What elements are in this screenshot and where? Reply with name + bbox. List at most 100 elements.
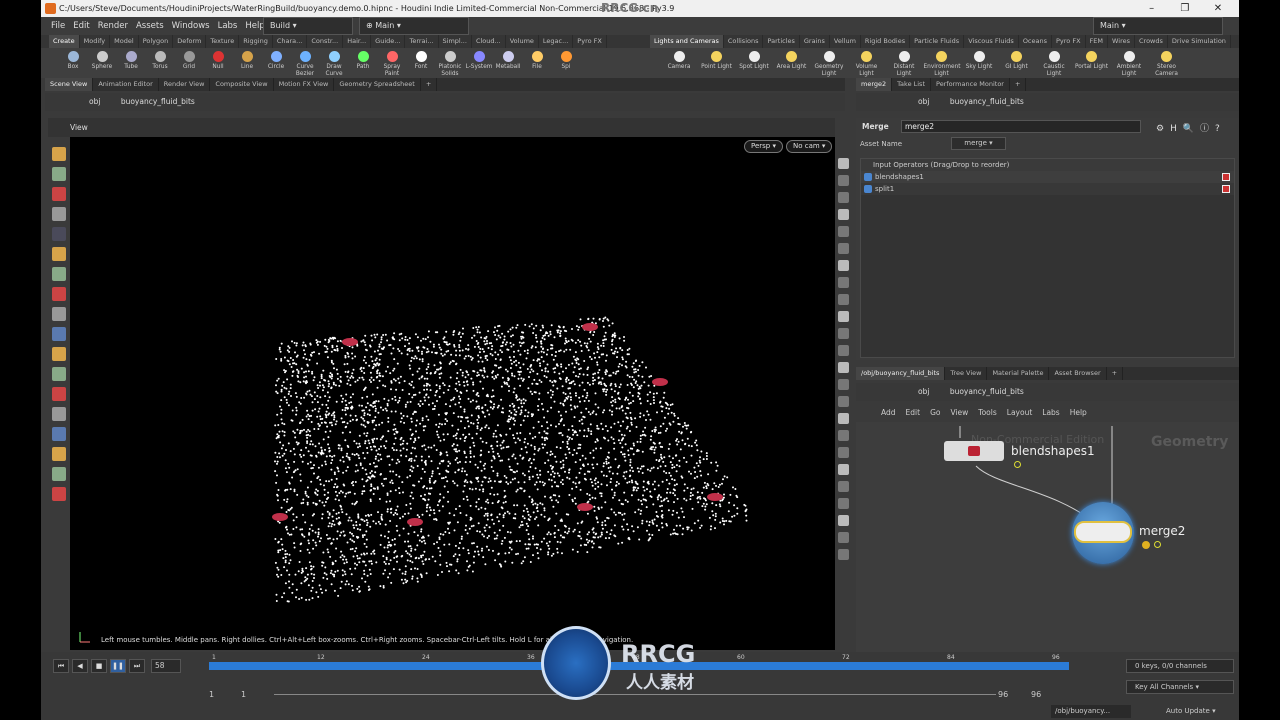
display-option-icon[interactable] — [838, 362, 849, 373]
camera-menu[interactable]: No cam ▾ — [786, 140, 833, 153]
persp-menu[interactable]: Persp ▾ — [744, 140, 783, 153]
range-start[interactable]: 1 — [209, 690, 214, 699]
shelf-tool[interactable]: Geometry Light — [811, 51, 847, 78]
remove-input-icon[interactable] — [1222, 185, 1230, 193]
shelf-tool[interactable]: Font — [407, 51, 435, 71]
display-option-icon[interactable] — [838, 481, 849, 492]
shelf-tool[interactable]: File — [523, 51, 551, 71]
display-option-icon[interactable] — [838, 464, 849, 475]
display-option-icon[interactable] — [838, 277, 849, 288]
shelf-tab[interactable]: Legac... — [539, 35, 574, 48]
display-option-icon[interactable] — [838, 209, 849, 220]
display-option-icon[interactable] — [838, 260, 849, 271]
display-option-icon[interactable] — [838, 192, 849, 203]
display-option-icon[interactable] — [838, 243, 849, 254]
shelf-tab[interactable]: Particle Fluids — [910, 35, 965, 48]
playback-button[interactable]: ■ — [91, 659, 107, 673]
remove-input-icon[interactable] — [1222, 173, 1230, 181]
shelf-tool[interactable]: Null — [204, 51, 232, 71]
blendshapes-flag-icon[interactable] — [1014, 461, 1021, 468]
display-option-icon[interactable] — [838, 379, 849, 390]
display-option-icon[interactable] — [838, 515, 849, 526]
playback-button[interactable]: ⏭ — [129, 659, 145, 673]
pane-tab[interactable]: Performance Monitor — [931, 78, 1010, 91]
shelf-tool[interactable]: Path — [349, 51, 377, 71]
shelf-tool[interactable]: Sky Light — [961, 51, 997, 71]
scene-viewport[interactable] — [70, 137, 835, 650]
shelf-tool[interactable]: Distant Light — [886, 51, 922, 78]
shelf-tool[interactable]: Spot Light — [736, 51, 772, 71]
shelf-tool[interactable]: Curve Bezier — [291, 51, 319, 78]
pane-tab[interactable]: Scene View — [45, 78, 94, 91]
shelf-tab[interactable]: Simpl... — [439, 35, 472, 48]
shelf-tab[interactable]: Guide... — [371, 35, 406, 48]
maximize-button[interactable]: ❐ — [1170, 0, 1200, 17]
shelf-tab[interactable]: Hair... — [343, 35, 372, 48]
pane-tab[interactable]: merge2 — [856, 78, 893, 91]
display-option-icon[interactable] — [838, 226, 849, 237]
display-option-icon[interactable] — [838, 396, 849, 407]
shelf-tab[interactable]: Volume — [506, 35, 539, 48]
menu-labs[interactable]: Labs — [218, 21, 238, 31]
shelf-tab[interactable]: Model — [110, 35, 139, 48]
shelf-tab[interactable]: Chara... — [273, 35, 308, 48]
shelf-tab[interactable]: Cloud... — [472, 35, 506, 48]
shelf-tab[interactable]: Modify — [80, 35, 111, 48]
shelf-tab[interactable]: Rigid Bodies — [861, 35, 911, 48]
close-button[interactable]: ✕ — [1203, 0, 1233, 17]
range-slider[interactable] — [274, 694, 996, 695]
playback-button[interactable]: ⏮ — [53, 659, 69, 673]
display-option-icon[interactable] — [838, 549, 849, 560]
shelf-tool[interactable]: Spray Paint — [378, 51, 406, 78]
shelf-tab[interactable]: Constr... — [307, 35, 344, 48]
display-option-icon[interactable] — [838, 175, 849, 186]
add-tab-icon[interactable]: + — [1010, 78, 1027, 91]
shelf-tab[interactable]: Viscous Fluids — [964, 35, 1019, 48]
menu-help[interactable]: Help — [245, 21, 264, 31]
merge-flag-icon[interactable] — [1154, 541, 1161, 548]
add-tab-icon[interactable]: + — [1107, 367, 1124, 380]
node-name-field[interactable]: merge2 — [901, 120, 1141, 133]
viewport-tool-icon[interactable] — [52, 387, 66, 401]
path-node[interactable]: buoyancy_fluid_bits — [121, 97, 195, 106]
pane-tab[interactable]: Composite View — [210, 78, 274, 91]
shelf-tab[interactable]: Drive Simulation — [1168, 35, 1231, 48]
viewport-tool-icon[interactable] — [52, 327, 66, 341]
shelf-tab[interactable]: Deform — [173, 35, 207, 48]
menu-edit[interactable]: Edit — [73, 21, 89, 31]
shelf-tab[interactable]: Rigging — [239, 35, 273, 48]
param-tool-icons[interactable]: ⚙H🔍ⓘ? — [1156, 121, 1226, 134]
shelf-tool[interactable]: Portal Light — [1074, 51, 1110, 71]
range-start-2[interactable]: 1 — [241, 690, 246, 699]
shelf-tab[interactable]: Collisions — [724, 35, 764, 48]
shelf-tool[interactable]: Spi — [552, 51, 580, 71]
pane-tab[interactable]: Take List — [892, 78, 931, 91]
menu-render[interactable]: Render — [98, 21, 128, 31]
display-option-icon[interactable] — [838, 413, 849, 424]
net-path-node[interactable]: buoyancy_fluid_bits — [950, 387, 1024, 396]
shelf-tab[interactable]: Wires — [1108, 35, 1136, 48]
shelf-tool[interactable]: Tube — [117, 51, 145, 71]
net-path-obj[interactable]: obj — [918, 387, 929, 396]
path-obj[interactable]: obj — [89, 97, 100, 106]
shelf-tool[interactable]: Point Light — [699, 51, 735, 71]
shelf-tool[interactable]: Platonic Solids — [436, 51, 464, 78]
viewport-tool-icon[interactable] — [52, 227, 66, 241]
display-option-icon[interactable] — [838, 311, 849, 322]
pane-tab[interactable]: /obj/buoyancy_fluid_bits — [856, 367, 946, 380]
viewport-tool-icon[interactable] — [52, 307, 66, 321]
shelf-tool[interactable]: Metaball — [494, 51, 522, 71]
range-end-2[interactable]: 96 — [1031, 690, 1041, 699]
viewport-tool-icon[interactable] — [52, 427, 66, 441]
shelf-tool[interactable]: Torus — [146, 51, 174, 71]
shelf-tool[interactable]: Stereo Camera — [1149, 51, 1185, 78]
viewport-tool-icon[interactable] — [52, 347, 66, 361]
viewport-tool-icon[interactable] — [52, 287, 66, 301]
display-option-icon[interactable] — [838, 158, 849, 169]
shelf-tool[interactable]: Sphere — [88, 51, 116, 71]
display-option-icon[interactable] — [838, 345, 849, 356]
shelf-tool[interactable]: Line — [233, 51, 261, 71]
minimize-button[interactable]: – — [1137, 0, 1167, 17]
viewport-tool-icon[interactable] — [52, 447, 66, 461]
shelf-tab[interactable]: Pyro FX — [1052, 35, 1086, 48]
